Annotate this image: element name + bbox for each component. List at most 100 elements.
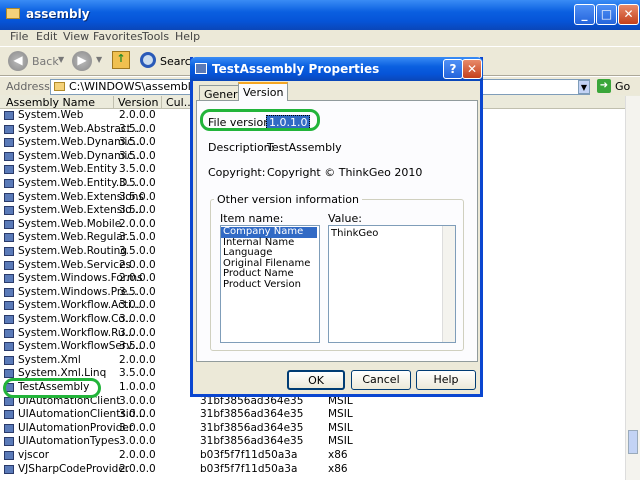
folder-icon	[54, 82, 65, 91]
table-cell: 3.0.0.0	[119, 394, 156, 407]
table-cell: 3.0.0.0	[119, 421, 156, 434]
menu-help[interactable]: Help	[175, 30, 200, 43]
table-cell: System.Web.Services	[18, 258, 131, 271]
table-cell: 31bf3856ad364e35	[200, 421, 304, 434]
dialog-close-button[interactable]: ✕	[462, 59, 482, 79]
close-button[interactable]: ✕	[618, 4, 639, 25]
assembly-icon	[4, 342, 14, 352]
table-cell: 3.5.0.0	[119, 136, 156, 149]
other-version-group-label: Other version information	[214, 193, 363, 206]
table-cell: 3.5.0.0	[119, 204, 156, 217]
dialog-title-bar: TestAssembly Properties ? ✕	[190, 57, 483, 81]
table-cell: 3.5.0.0	[119, 177, 156, 189]
cancel-button[interactable]: Cancel	[351, 370, 411, 390]
help-button[interactable]: Help	[416, 370, 476, 390]
table-cell: 3.5.0.0	[119, 285, 156, 298]
list-item[interactable]: Language	[221, 248, 317, 259]
ok-button[interactable]: OK	[287, 370, 345, 390]
table-row[interactable]: UIAutomationProvider 3.0.0.0 31bf3856ad364…	[0, 422, 620, 436]
assembly-icon	[4, 260, 14, 270]
list-item[interactable]: Company Name	[221, 227, 317, 238]
table-cell: System.Web.Entity	[18, 163, 118, 176]
scrollbar-thumb[interactable]	[628, 430, 638, 454]
table-row[interactable]: VJSharpCodeProvider 2.0.0.0 b03f5f7f11d50a…	[0, 463, 620, 477]
folder-icon	[6, 8, 20, 19]
assembly-icon	[4, 301, 14, 311]
table-cell: 31bf3856ad364e35	[200, 435, 304, 448]
assembly-icon	[4, 219, 14, 229]
address-value: C:\WINDOWS\assembly	[69, 80, 198, 93]
copyright-label: Copyright:	[208, 166, 266, 179]
table-row[interactable]: vjscor 2.0.0.0 b03f5f7f11d50a3a x86	[0, 449, 620, 463]
window-title: assembly	[26, 7, 90, 21]
column-assembly-name[interactable]: Assembly Name	[2, 96, 114, 109]
assembly-icon	[4, 451, 14, 460]
assembly-icon	[4, 192, 14, 202]
menu-tools[interactable]: Tools	[142, 30, 169, 43]
table-cell: 2.0.0.0	[119, 109, 156, 121]
assembly-icon	[4, 328, 14, 338]
assembly-icon	[4, 233, 14, 243]
minimize-button[interactable]: _	[574, 4, 595, 25]
table-cell: x86	[328, 462, 348, 475]
value-textbox[interactable]: ThinkGeo	[328, 225, 456, 343]
go-arrow-icon[interactable]: ➜	[597, 79, 611, 93]
forward-dropdown-icon[interactable]: ▼	[96, 55, 102, 64]
table-cell: b03f5f7f11d50a3a	[200, 462, 298, 475]
address-label: Address	[6, 80, 50, 93]
table-row[interactable]: UIAutomationTypes 3.0.0.0 31bf3856ad364e35…	[0, 435, 620, 449]
back-button-label[interactable]: Back	[32, 55, 59, 68]
description-value: TestAssembly	[267, 141, 342, 154]
table-cell: System.Web	[18, 109, 84, 121]
menu-view[interactable]: View	[63, 30, 89, 43]
up-folder-icon[interactable]: ↑	[112, 51, 130, 69]
table-cell: UIAutomationTypes	[18, 435, 120, 448]
menu-bar: File Edit View Favorites Tools Help	[0, 30, 640, 46]
table-cell: System.Workflow.Co...	[18, 313, 135, 325]
address-dropdown-icon[interactable]: ▼	[578, 80, 590, 94]
table-cell: 3.5.0.0	[119, 149, 156, 162]
table-cell: 31bf3856ad364e35	[200, 408, 304, 421]
assembly-icon	[4, 355, 14, 365]
maximize-button[interactable]: □	[596, 4, 617, 25]
menu-favorites[interactable]: Favorites	[93, 30, 143, 43]
table-cell: 3.0.0.0	[119, 408, 156, 421]
table-row[interactable]: UIAutomationClientsid... 3.0.0.0 31bf3856a…	[0, 408, 620, 422]
vertical-scrollbar[interactable]	[625, 96, 640, 480]
table-cell: System.Web.Routing	[18, 245, 127, 257]
item-name-list[interactable]: Company Name Internal Name Language Orig…	[220, 225, 320, 343]
table-cell: 2.0.0.0	[119, 272, 156, 285]
table-cell: MSIL	[328, 421, 353, 434]
assembly-icon	[4, 165, 14, 175]
list-item[interactable]: Product Name	[221, 269, 317, 280]
forward-arrow-icon[interactable]: ▶	[72, 51, 92, 71]
list-item[interactable]: Product Version	[221, 279, 317, 291]
back-dropdown-icon[interactable]: ▼	[58, 55, 64, 64]
search-icon[interactable]	[140, 52, 156, 68]
menu-edit[interactable]: Edit	[36, 30, 57, 43]
dialog-title: TestAssembly Properties	[212, 62, 380, 76]
assembly-icon	[4, 206, 14, 216]
column-culture[interactable]: Cul...	[162, 96, 194, 109]
column-version[interactable]: Version	[114, 96, 162, 109]
copyright-value: Copyright © ThinkGeo 2010	[267, 166, 423, 179]
table-cell: 1.0.0.0	[119, 381, 156, 393]
table-cell: 2.0.0.0	[119, 353, 156, 366]
table-cell: MSIL	[328, 435, 353, 448]
table-cell: 3.0.0.0	[119, 313, 156, 325]
assembly-icon	[4, 274, 14, 284]
table-cell: 2.0.0.0	[119, 258, 156, 271]
table-cell: vjscor	[18, 449, 50, 461]
table-cell: b03f5f7f11d50a3a	[200, 449, 298, 461]
table-cell: System.Xml	[18, 353, 81, 366]
assembly-icon	[4, 179, 14, 188]
menu-file[interactable]: File	[10, 30, 28, 43]
back-arrow-icon[interactable]: ◀	[8, 51, 28, 71]
go-button-label[interactable]: Go	[615, 80, 630, 93]
tab-version[interactable]: Version	[238, 82, 289, 101]
value-scrollbar[interactable]	[442, 226, 455, 342]
dialog-help-button[interactable]: ?	[443, 59, 463, 79]
table-cell: 3.0.0.0	[119, 299, 156, 312]
table-cell: 3.5.0.0	[119, 122, 156, 135]
table-cell: VJSharpCodeProvider	[18, 462, 130, 475]
